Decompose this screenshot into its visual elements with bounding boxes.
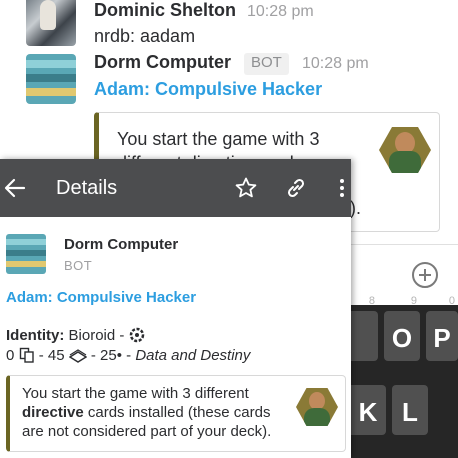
panel-header: Details — [0, 159, 351, 217]
bot-badge: BOT — [64, 258, 93, 273]
card-link[interactable]: Adam: Compulsive Hacker — [6, 289, 196, 306]
card-link[interactable]: Adam: Compulsive Hacker — [94, 79, 322, 100]
deck-size-icon — [19, 347, 34, 363]
keyboard-key-k[interactable]: K — [350, 385, 386, 435]
message-time: 10:28 pm — [302, 55, 369, 72]
bot-avatar[interactable] — [6, 234, 46, 274]
bot-badge: BOT — [244, 53, 289, 75]
user-avatar[interactable] — [26, 0, 76, 46]
back-arrow-icon[interactable] — [4, 175, 26, 201]
identity-line: Identity: Bioroid - — [6, 327, 145, 344]
message-text: nrdb: aadam — [94, 26, 196, 46]
star-icon[interactable] — [234, 176, 258, 200]
message-author[interactable]: Dorm Computer — [94, 52, 231, 73]
message-time: 10:28 pm — [247, 3, 314, 20]
bot-avatar[interactable] — [26, 54, 76, 104]
add-button[interactable] — [412, 262, 438, 288]
link-icon[interactable] — [284, 176, 308, 200]
card-image — [296, 388, 338, 426]
card-image — [379, 127, 431, 173]
divider — [350, 244, 458, 245]
card-text: You start the game with 3 different dire… — [22, 385, 272, 440]
more-options-icon[interactable] — [330, 176, 354, 200]
keyboard-key-o[interactable]: 9O — [384, 295, 420, 361]
card-stats: 0 - 45 - 25• - Data and Destiny — [6, 347, 251, 364]
keyboard: 8 9O 0P K L — [342, 295, 458, 458]
card-text-attachment[interactable]: You start the game with 3 different dire… — [6, 375, 346, 452]
message-author[interactable]: Dominic Shelton — [94, 0, 236, 21]
keyboard-key-l[interactable]: L — [392, 385, 428, 435]
details-panel: Details Dorm Computer BOT Adam: Compulsi… — [0, 159, 351, 458]
attachment-text-tail: ). — [350, 198, 361, 218]
influence-icon — [68, 349, 87, 363]
panel-title: Details — [56, 177, 118, 199]
message-author[interactable]: Dorm Computer — [64, 236, 178, 253]
keyboard-key-p[interactable]: 0P — [426, 295, 458, 361]
haas-bioroid-icon — [129, 327, 144, 343]
